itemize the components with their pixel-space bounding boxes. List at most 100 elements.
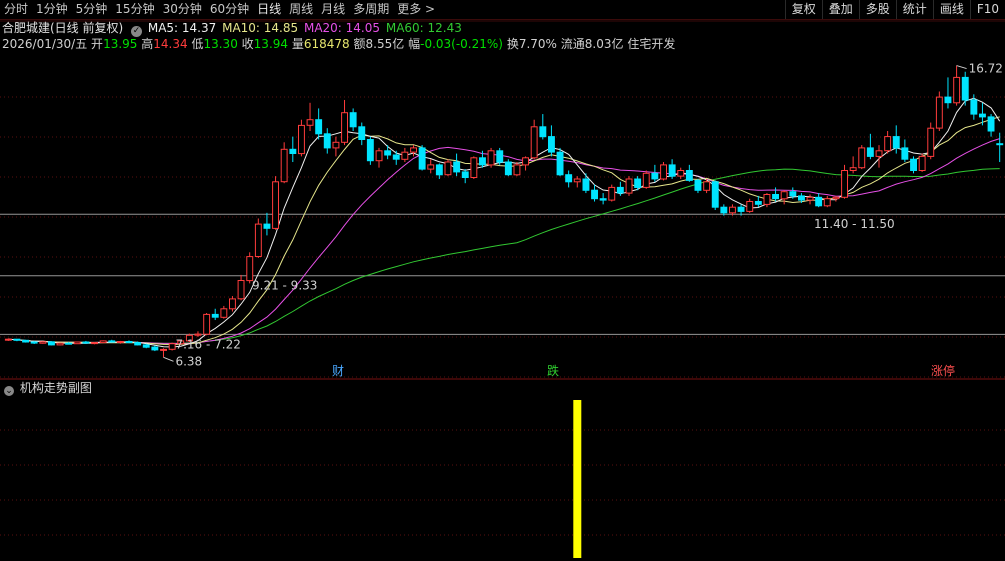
candle-body	[789, 191, 797, 197]
candle-body	[979, 113, 986, 118]
candle-body	[358, 126, 366, 141]
candle-body	[203, 313, 211, 335]
candle-body	[660, 164, 667, 180]
candle-body	[823, 198, 831, 207]
candle-body	[539, 126, 547, 138]
candle-body	[530, 126, 538, 159]
candle-body	[39, 341, 47, 344]
candle-body	[160, 348, 168, 351]
candle-body	[935, 96, 943, 129]
candle-body	[556, 151, 564, 176]
candle-body	[780, 191, 788, 200]
candle-body	[815, 196, 823, 207]
candle-body	[91, 342, 98, 345]
candle-body	[470, 157, 478, 179]
candle-body	[418, 147, 426, 170]
candle-body	[323, 133, 331, 149]
candle-body	[703, 181, 711, 191]
candle-body	[918, 155, 926, 171]
candle-body	[194, 333, 202, 336]
candle-body	[56, 342, 64, 346]
candle-body	[48, 341, 55, 346]
candle-body	[168, 343, 176, 350]
candle-body	[737, 206, 745, 212]
candle-body	[280, 148, 288, 183]
candle-body	[944, 96, 952, 104]
candle-body	[832, 196, 840, 200]
candle-body	[625, 178, 633, 194]
candle-body	[461, 171, 469, 178]
candle-body	[220, 308, 228, 318]
candle-body	[315, 119, 323, 135]
candle-body	[479, 157, 486, 166]
candle-body	[254, 223, 262, 258]
candle-body	[746, 201, 754, 212]
candle-body	[73, 341, 81, 345]
marker-zhangting: 涨停	[931, 363, 955, 378]
candle-body	[229, 298, 236, 310]
candle-body	[634, 178, 642, 188]
candle-body	[504, 161, 512, 176]
candle-body	[246, 256, 254, 282]
candle-body	[30, 341, 38, 344]
candle-body	[4, 338, 12, 341]
high-mark-label: 16.72	[969, 62, 1003, 76]
range-label-1: 7.16 - 7.22	[175, 337, 240, 351]
candle-body	[375, 150, 383, 162]
candle-body	[116, 341, 124, 343]
ma60-line	[8, 168, 1000, 344]
candle-body	[306, 119, 314, 126]
candle-body	[444, 161, 452, 176]
kline-chart[interactable]: 16.72 6.38 7.16 - 7.22 9.21 - 9.33 11.40 - 1…	[0, 0, 1005, 561]
candle-body	[392, 154, 400, 160]
candle-body	[22, 339, 30, 343]
candle-body	[884, 136, 892, 152]
candle-body	[910, 158, 917, 171]
candle-body	[668, 164, 676, 177]
sub-panel-settings-icon[interactable]: ⌄	[4, 386, 14, 396]
low-mark-label: 6.38	[175, 354, 202, 368]
range-label-2: 9.21 - 9.33	[252, 279, 317, 293]
candle-body	[677, 170, 685, 177]
candle-body	[642, 172, 650, 188]
candle-body	[651, 172, 659, 180]
candle-body	[82, 341, 90, 344]
candle-body	[435, 164, 443, 176]
candle-body	[961, 76, 969, 101]
candle-body	[582, 178, 590, 191]
low-pointer	[163, 356, 174, 362]
candle-body	[142, 344, 150, 348]
candle-body	[987, 116, 995, 132]
candle-body	[892, 136, 900, 149]
candle-body	[996, 143, 1004, 146]
candle-body	[134, 342, 142, 346]
candle-body	[901, 147, 909, 160]
candle-body	[849, 167, 857, 171]
candle-body	[729, 206, 736, 214]
candle-body	[591, 189, 598, 200]
candle-body	[608, 186, 616, 201]
candle-body	[496, 150, 504, 163]
candle-body	[970, 99, 978, 115]
candle-body	[798, 195, 805, 201]
candle-body	[754, 201, 762, 205]
candle-body	[599, 198, 607, 201]
candle-body	[685, 170, 693, 181]
candle-body	[13, 338, 21, 341]
candle-body	[573, 178, 581, 183]
candle-body	[298, 124, 305, 155]
candle-body	[410, 147, 418, 153]
sub-panel-title: 机构走势副图	[19, 381, 92, 395]
candle-body	[772, 194, 779, 200]
candle-body	[927, 127, 935, 157]
candle-body	[565, 174, 573, 183]
candle-body	[858, 147, 866, 169]
candle-body	[366, 139, 374, 162]
candle-body	[694, 179, 702, 191]
candle-body	[866, 147, 874, 157]
candle-body	[272, 181, 280, 229]
candle-body	[522, 157, 529, 166]
candle-body	[616, 186, 624, 194]
candle-body	[237, 280, 245, 300]
candle-body	[720, 206, 728, 214]
